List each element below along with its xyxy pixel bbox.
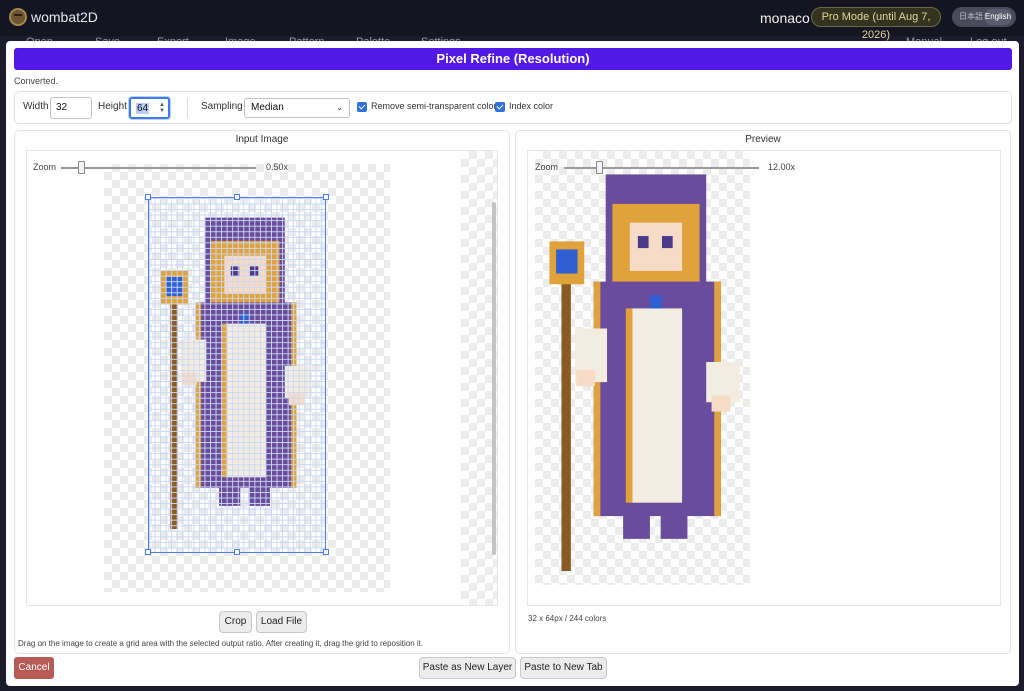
sprite-face (629, 222, 683, 271)
sprite-cloak-trim-left (593, 281, 601, 517)
lang-option-en[interactable]: English (984, 9, 1012, 25)
input-panel-title: Input Image (235, 134, 289, 145)
language-switch[interactable]: 日本語 English (952, 7, 1016, 27)
chevron-down-icon: ⌄ (336, 103, 343, 112)
grid-handle-tl[interactable] (145, 194, 151, 200)
sprite-dress-trim (625, 308, 633, 503)
height-input[interactable]: 64 ▲ ▼ (129, 97, 170, 119)
grid-handle-bottom[interactable] (234, 549, 240, 555)
app-name: wombat2D (31, 9, 98, 25)
input-zoom-label: Zoom (33, 162, 57, 172)
grid-handle-top[interactable] (234, 194, 240, 200)
lang-option-ja[interactable]: 日本語 (957, 9, 985, 25)
remove-semi-transparent-label: Remove semi-transparent colors (371, 101, 502, 111)
index-color-checkbox[interactable] (495, 102, 505, 112)
app-header: wombat2D monaco Pro Mode (until Aug 7, 2… (0, 0, 1024, 41)
preview-panel-title: Preview (745, 134, 781, 145)
resolution-controls: Width 32 Height 64 ▲ ▼ Sampling Median ⌄ … (14, 91, 1012, 124)
index-color-label: Index color (509, 101, 554, 111)
status-text: Converted. (14, 76, 59, 86)
crop-button[interactable]: Crop (219, 611, 252, 633)
sprite-eye-left (637, 236, 649, 249)
grid-hint-text: Drag on the image to create a grid area … (18, 639, 424, 648)
divider (187, 98, 188, 118)
grid-handle-tr[interactable] (323, 194, 329, 200)
user-name: monaco (760, 10, 810, 26)
input-zoom-thumb[interactable] (77, 161, 85, 174)
input-zoom-value: 0.50x (266, 162, 289, 172)
sprite-staff-shaft (561, 274, 571, 571)
remove-semi-transparent-checkbox[interactable] (357, 102, 367, 112)
height-stepper-icon[interactable]: ▲ ▼ (159, 102, 165, 114)
cancel-button[interactable]: Cancel (14, 657, 54, 679)
sprite-hand-left (576, 370, 595, 387)
crop-grid-area[interactable] (148, 197, 326, 553)
sprite-staff-gem (556, 249, 578, 274)
dialog-title: Pixel Refine (Resolution) (14, 48, 1012, 70)
sampling-select[interactable]: Median ⌄ (244, 98, 350, 118)
sprite-brooch (649, 295, 662, 309)
wombat-logo-icon (9, 8, 27, 26)
paste-as-new-layer-button[interactable]: Paste as New Layer (419, 657, 516, 679)
width-label: Width (23, 101, 49, 112)
input-scrollbar[interactable] (492, 202, 496, 555)
preview-zoom-thumb[interactable] (596, 161, 604, 174)
sprite-boot-left (623, 509, 650, 539)
preview-character-image (549, 174, 740, 571)
sprite-dress (631, 308, 683, 503)
sprite-boot-right (660, 509, 688, 539)
width-input[interactable]: 32 (50, 97, 92, 119)
pixel-refine-dialog: Pixel Refine (Resolution) Converted. Wid… (6, 41, 1019, 686)
sprite-hand-right (711, 395, 731, 412)
input-zoom-slider[interactable] (61, 167, 256, 169)
pro-mode-badge: Pro Mode (until Aug 7, 2026) (811, 7, 941, 41)
height-label: Height (98, 101, 127, 112)
preview-panel: Preview Zoom 12.00x 32 x 64px / 244 colo… (515, 130, 1011, 654)
grid-handle-bl[interactable] (145, 549, 151, 555)
paste-to-new-tab-button[interactable]: Paste to New Tab (520, 657, 607, 679)
sprite-eye-right (661, 236, 673, 249)
preview-zoom-value: 12.00x (768, 162, 796, 172)
preview-canvas[interactable]: Zoom 12.00x (527, 150, 1001, 606)
preview-size-info: 32 x 64px / 244 colors (528, 614, 607, 623)
load-file-button[interactable]: Load File (256, 611, 307, 633)
preview-zoom-label: Zoom (535, 162, 559, 172)
preview-zoom-slider[interactable] (564, 167, 759, 169)
sampling-label: Sampling (201, 101, 243, 112)
grid-handle-br[interactable] (323, 549, 329, 555)
input-image-panel: Input Image Zoom 0.50x Crop Load File (14, 130, 510, 654)
input-canvas[interactable]: Zoom 0.50x (26, 150, 498, 606)
